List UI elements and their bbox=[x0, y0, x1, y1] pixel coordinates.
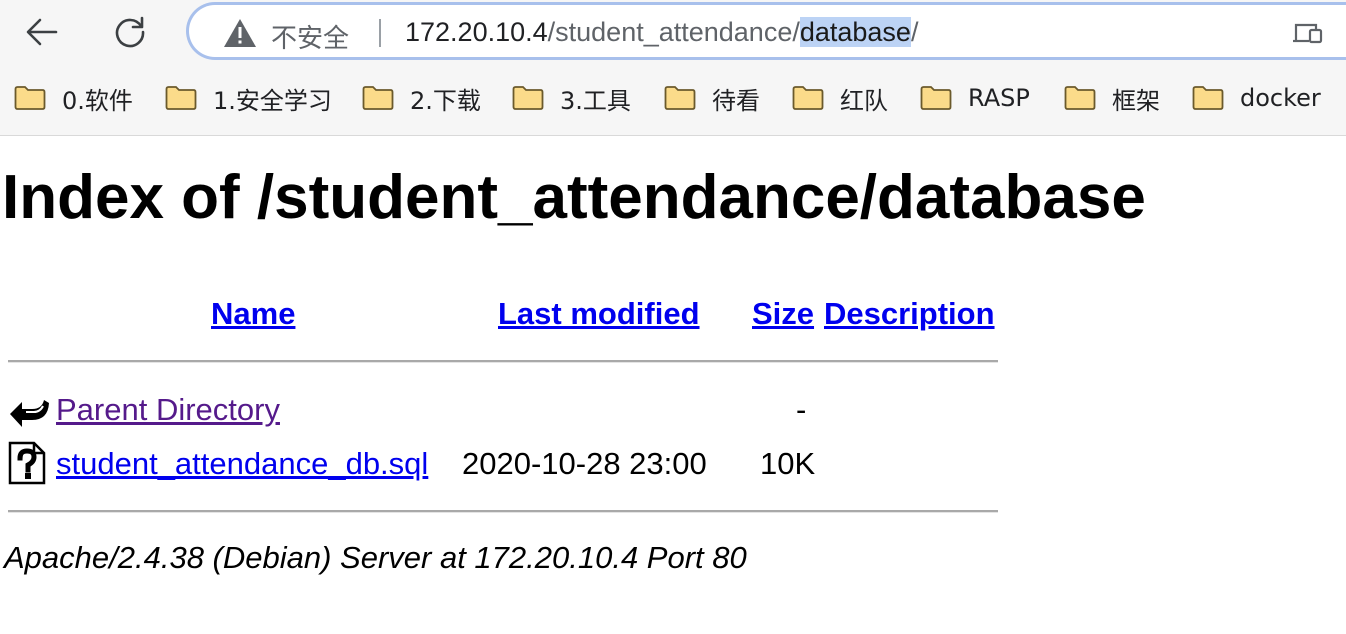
url-host: 172.20.10.4 bbox=[405, 17, 548, 47]
bookmark-label: RASP bbox=[968, 84, 1030, 112]
column-header-description[interactable]: Description bbox=[824, 296, 995, 332]
column-header-last-modified[interactable]: Last modified bbox=[498, 296, 700, 332]
bookmark-item[interactable]: RASP bbox=[920, 78, 1030, 118]
unknown-file-icon bbox=[8, 441, 46, 485]
back-button[interactable] bbox=[20, 10, 64, 54]
reload-button[interactable] bbox=[108, 10, 152, 54]
parent-directory-size: - bbox=[796, 392, 807, 427]
bookmark-item[interactable]: 待看 bbox=[664, 78, 760, 118]
header-divider bbox=[8, 360, 998, 363]
file-size: 10K bbox=[760, 446, 816, 481]
folder-icon bbox=[512, 86, 544, 110]
folder-icon bbox=[1192, 86, 1224, 110]
bookmark-label: docker bbox=[1240, 84, 1321, 112]
directory-listing-page: Index of /student_attendance/database Na… bbox=[0, 136, 1346, 634]
server-signature: Apache/2.4.38 (Debian) Server at 172.20.… bbox=[4, 540, 747, 575]
bookmark-item[interactable]: 0.软件 bbox=[14, 78, 133, 118]
bookmark-item[interactable]: 1.安全学习 bbox=[165, 78, 332, 118]
file-link[interactable]: student_attendance_db.sql bbox=[56, 446, 428, 482]
warning-icon[interactable] bbox=[223, 18, 257, 48]
address-divider bbox=[379, 19, 381, 47]
parent-directory-link[interactable]: Parent Directory bbox=[56, 392, 280, 428]
file-last-modified: 2020-10-28 23:00 bbox=[462, 446, 707, 481]
bookmark-item[interactable]: 2.下载 bbox=[362, 78, 481, 118]
url-text[interactable]: 172.20.10.4/student_attendance/database/ bbox=[405, 17, 918, 48]
bookmark-label: 3.工具 bbox=[560, 86, 631, 115]
arrow-left-icon bbox=[26, 18, 58, 46]
url-selected-segment: database bbox=[799, 17, 911, 47]
bookmark-label: 0.软件 bbox=[62, 86, 133, 115]
column-header-size[interactable]: Size bbox=[752, 296, 814, 332]
security-label[interactable]: 不安全 bbox=[271, 18, 349, 55]
folder-icon bbox=[920, 86, 952, 110]
bookmark-label: 1.安全学习 bbox=[213, 86, 332, 115]
bookmark-item[interactable]: docker bbox=[1192, 78, 1321, 118]
folder-icon bbox=[664, 86, 696, 110]
page-title: Index of /student_attendance/database bbox=[2, 163, 1146, 232]
folder-icon bbox=[792, 86, 824, 110]
bookmarks-bar: 0.软件 1.安全学习 2.下载 3.工具 待看 红队 RASP 框架 dock… bbox=[0, 78, 1346, 118]
bookmark-label: 红队 bbox=[840, 86, 888, 115]
reload-icon bbox=[115, 16, 145, 48]
folder-icon bbox=[1064, 86, 1096, 110]
folder-icon bbox=[362, 86, 394, 110]
bookmark-label: 框架 bbox=[1112, 86, 1160, 115]
footer-divider bbox=[8, 510, 998, 513]
bookmark-item[interactable]: 框架 bbox=[1064, 78, 1160, 118]
address-bar[interactable]: 不安全 172.20.10.4/student_attendance/datab… bbox=[186, 2, 1346, 60]
browser-toolbar: 不安全 172.20.10.4/student_attendance/datab… bbox=[0, 0, 1346, 136]
bookmark-item[interactable]: 红队 bbox=[792, 78, 888, 118]
bookmark-label: 待看 bbox=[712, 86, 760, 115]
bookmark-label: 2.下载 bbox=[410, 86, 481, 115]
back-icon bbox=[10, 400, 49, 427]
folder-icon bbox=[165, 86, 197, 110]
url-trailing: / bbox=[910, 17, 919, 47]
column-header-name[interactable]: Name bbox=[211, 296, 295, 332]
url-path: /student_attendance/ bbox=[547, 17, 800, 47]
folder-icon bbox=[14, 86, 46, 110]
device-icon[interactable] bbox=[1292, 21, 1324, 47]
bookmark-item[interactable]: 3.工具 bbox=[512, 78, 631, 118]
